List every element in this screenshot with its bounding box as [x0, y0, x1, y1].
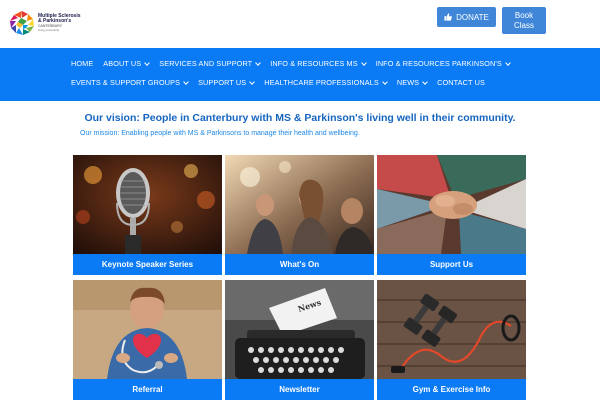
nav-label: SERVICES AND SUPPORT: [159, 59, 253, 68]
chevron-down-icon: [144, 59, 151, 66]
nav-label: ABOUT US: [103, 59, 142, 68]
tile-label: Gym & Exercise Info: [377, 379, 526, 400]
thumbs-up-icon: [444, 13, 453, 21]
nav-item-events-support-groups[interactable]: EVENTS & SUPPORT GROUPS: [71, 78, 189, 87]
logo-line-2: & Parkinson's: [38, 17, 72, 24]
nav-item-info-resources-parkinsons[interactable]: INFO & RESOURCES PARKINSON'S: [375, 59, 511, 68]
nav-label: HOME: [71, 59, 94, 68]
donate-label: DONATE: [456, 12, 489, 22]
donate-button[interactable]: DONATE: [437, 7, 496, 27]
nav-item-healthcare-professionals[interactable]: HEALTHCARE PROFESSIONALS: [264, 78, 388, 87]
tile-support-us[interactable]: Support Us: [377, 155, 526, 275]
nav-label: NEWS: [396, 78, 420, 87]
nav-label: CONTACT US: [437, 78, 485, 87]
tile-label: Keynote Speaker Series: [73, 254, 222, 275]
nav-item-about-us[interactable]: ABOUT US: [103, 59, 151, 68]
site-logo[interactable]: Multiple Sclerosis & Parkinson's CANTERB…: [9, 10, 81, 36]
mission-text: Our mission: Enabling people with MS & P…: [80, 130, 360, 137]
vision-heading: Our vision: People in Canterbury with MS…: [84, 112, 516, 124]
nav-item-support-us[interactable]: SUPPORT US: [198, 78, 256, 87]
chevron-down-icon: [183, 78, 189, 85]
tile-label: What's On: [225, 254, 374, 275]
book-label-line-2: Class: [513, 20, 534, 30]
chevron-down-icon: [249, 78, 256, 85]
people-gathering-image: [225, 155, 374, 254]
chevron-down-icon: [382, 78, 388, 85]
nav-item-home[interactable]: HOME: [71, 59, 93, 68]
nav-item-info-resources-ms[interactable]: INFO & RESOURCES MS: [270, 59, 367, 68]
tile-keynote-speaker-series[interactable]: Keynote Speaker Series: [73, 155, 222, 275]
nav-label: INFO & RESOURCES MS: [270, 59, 358, 68]
tile-whats-on[interactable]: What's On: [225, 155, 374, 275]
typewriter-news-image: News: [225, 280, 374, 379]
heart-stethoscope-image: [73, 280, 222, 379]
tile-label: Newsletter: [225, 379, 374, 400]
hands-together-image: [377, 155, 526, 254]
nav-label: HEALTHCARE PROFESSIONALS: [264, 78, 379, 87]
main-navigation: HOME ABOUT US SERVICES AND SUPPORT INFO …: [0, 48, 600, 101]
dumbbells-band-image: [377, 280, 526, 379]
nav-label: SUPPORT US: [198, 78, 247, 87]
nav-row-1: HOME ABOUT US SERVICES AND SUPPORT INFO …: [71, 59, 511, 68]
tile-gym-exercise-info[interactable]: Gym & Exercise Info: [377, 280, 526, 400]
nav-item-news[interactable]: NEWS: [396, 78, 428, 87]
nav-row-2: EVENTS & SUPPORT GROUPS SUPPORT US HEALT…: [71, 78, 485, 87]
brain-logo-icon: [10, 11, 34, 35]
chevron-down-icon: [255, 59, 262, 66]
feature-tiles: Keynote Speaker Series What's On Support…: [73, 155, 527, 400]
book-label-line-1: Book: [514, 10, 534, 20]
nav-item-services-and-support[interactable]: SERVICES AND SUPPORT: [159, 59, 262, 68]
header-bar: Multiple Sclerosis & Parkinson's CANTERB…: [0, 0, 600, 48]
tile-label: Support Us: [377, 254, 526, 275]
logo-tagline: living powerfully: [38, 28, 60, 33]
tile-newsletter[interactable]: News Newsletter: [225, 280, 374, 400]
nav-label: INFO & RESOURCES PARKINSON'S: [375, 59, 502, 68]
microphone-image: [73, 155, 222, 254]
tile-label: Referral: [73, 379, 222, 400]
nav-item-contact-us[interactable]: CONTACT US: [437, 78, 485, 87]
book-class-button[interactable]: Book Class: [502, 7, 546, 34]
nav-label: EVENTS & SUPPORT GROUPS: [71, 78, 181, 87]
chevron-down-icon: [504, 59, 511, 66]
chevron-down-icon: [422, 78, 428, 85]
tile-referral[interactable]: Referral: [73, 280, 222, 400]
logo-text: Multiple Sclerosis & Parkinson's CANTERB…: [38, 13, 81, 33]
chevron-down-icon: [360, 59, 367, 66]
